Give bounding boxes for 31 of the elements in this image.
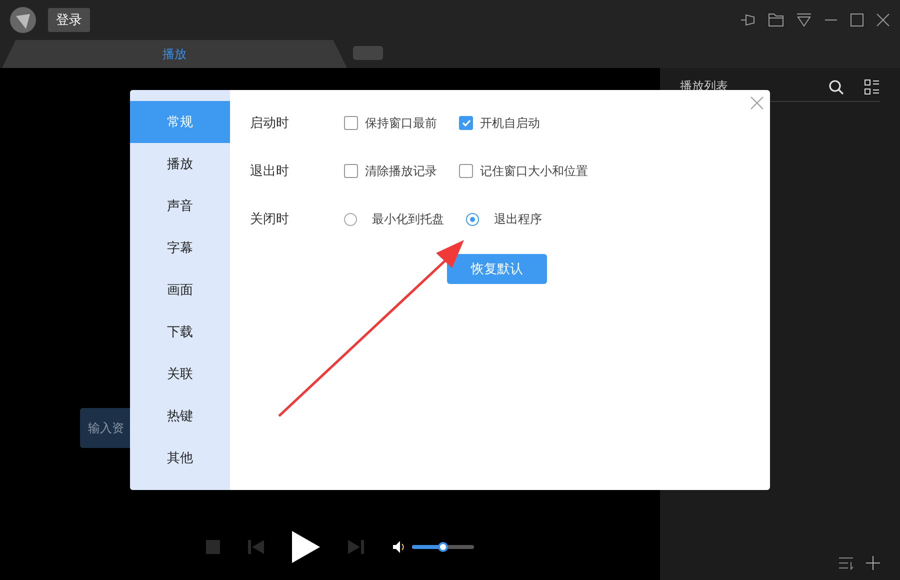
- settings-nav-item[interactable]: 画面: [130, 269, 230, 311]
- settings-nav-item[interactable]: 下载: [130, 311, 230, 353]
- search-icon[interactable]: [828, 78, 844, 94]
- sort-icon[interactable]: [838, 556, 854, 570]
- close-icon[interactable]: [750, 96, 764, 110]
- setting-label: 退出时: [250, 163, 290, 180]
- settings-nav-item[interactable]: 声音: [130, 185, 230, 227]
- maximize-icon[interactable]: [850, 13, 864, 27]
- folder-icon[interactable]: [768, 13, 784, 27]
- settings-nav-item[interactable]: 关联: [130, 353, 230, 395]
- add-icon[interactable]: [866, 556, 880, 570]
- play-icon[interactable]: [292, 531, 320, 563]
- setting-label: 启动时: [250, 115, 290, 132]
- volume-icon[interactable]: [392, 540, 406, 554]
- check-icon: [462, 119, 470, 127]
- volume-slider[interactable]: [412, 545, 474, 549]
- setting-label: 关闭时: [250, 211, 290, 228]
- radio-button[interactable]: 退出程序: [466, 210, 542, 228]
- close-icon[interactable]: [876, 13, 890, 27]
- settings-nav-item[interactable]: 播放: [130, 143, 230, 185]
- settings-nav-item[interactable]: 字幕: [130, 227, 230, 269]
- radio-button[interactable]: 最小化到托盘: [344, 210, 444, 228]
- checkbox[interactable]: 清除播放记录: [344, 162, 437, 180]
- checkbox[interactable]: 开机自启动: [459, 114, 540, 132]
- pin-icon[interactable]: [740, 12, 756, 28]
- checkbox[interactable]: 记住窗口大小和位置: [459, 162, 588, 180]
- login-button[interactable]: 登录: [48, 8, 90, 32]
- logo-icon: [10, 7, 36, 33]
- list-icon[interactable]: [864, 78, 880, 94]
- checkbox[interactable]: 保持窗口最前: [344, 114, 437, 132]
- dropdown-icon[interactable]: [796, 13, 812, 27]
